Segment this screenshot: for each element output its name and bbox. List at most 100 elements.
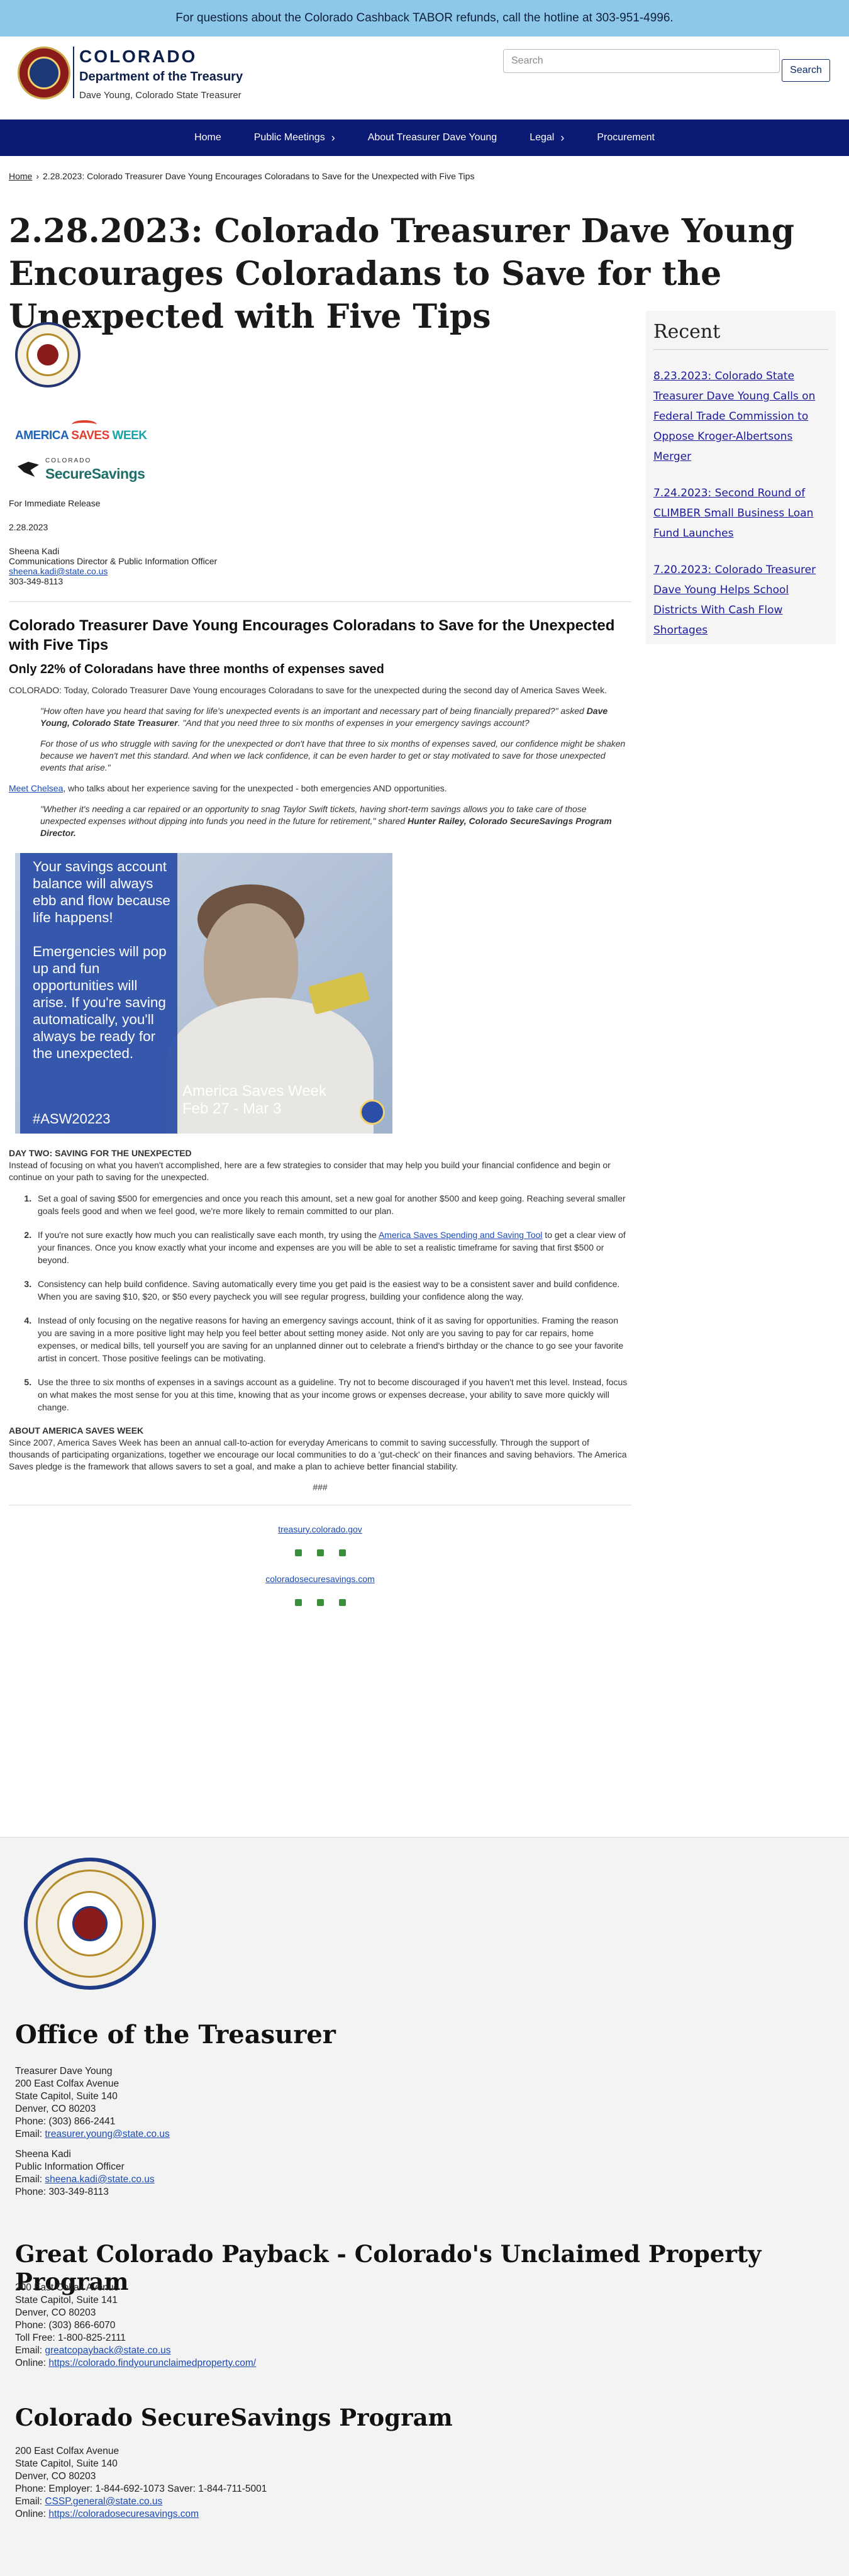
about-heading: ABOUT AMERICA SAVES WEEK xyxy=(9,1425,144,1436)
address-line: Denver, CO 80203 xyxy=(15,2307,96,2318)
day-two-heading: DAY TWO: SAVING FOR THE UNEXPECTED xyxy=(9,1148,192,1158)
office-email-link[interactable]: treasurer.young@state.co.us xyxy=(45,2129,169,2139)
nav-item-procurement[interactable]: Procurement xyxy=(597,132,655,143)
promo-message-1: Your savings account balance will always… xyxy=(33,859,170,925)
alert-banner: For questions about the Colorado Cashbac… xyxy=(0,0,849,36)
nav-item-public-meetings[interactable]: Public Meetings › xyxy=(254,131,335,145)
nav-label: Procurement xyxy=(597,132,655,143)
address-line: Phone: 303-349-8113 xyxy=(15,2187,109,2197)
tip-item: Set a goal of saving $500 for emergencie… xyxy=(34,1192,631,1217)
twitter-icon[interactable] xyxy=(316,1549,324,1556)
chelsea-paragraph: Meet Chelsea, who talks about her experi… xyxy=(9,783,631,795)
address-line: Sheena Kadi xyxy=(15,2149,71,2160)
asw-logo-text-b: SAVES xyxy=(68,429,113,442)
address-line: Denver, CO 80203 xyxy=(15,2471,96,2482)
email-label: Email: xyxy=(15,2345,45,2356)
spending-tool-link[interactable]: America Saves Spending and Saving Tool xyxy=(379,1230,542,1240)
treasury-site-link[interactable]: treasury.colorado.gov xyxy=(278,1524,362,1534)
quote-confidence: For those of us who struggle with saving… xyxy=(40,739,626,772)
quote-program-director: "Whether it's needing a car repaired or … xyxy=(40,803,631,839)
promo-message-2: Emergencies will pop up and fun opportun… xyxy=(33,944,167,1061)
recent-post-link[interactable]: 8.23.2023: Colorado State Treasurer Dave… xyxy=(653,366,828,467)
online-label: Online: xyxy=(15,2509,49,2519)
facebook-icon[interactable] xyxy=(294,1549,302,1556)
day-two-paragraph: Instead of focusing on what you haven't … xyxy=(9,1160,611,1182)
office-address: Treasurer Dave Young 200 East Colfax Ave… xyxy=(15,2065,170,2199)
contact-phone: 303-349-8113 xyxy=(9,576,64,586)
payback-online-link[interactable]: https://colorado.findyourunclaimedproper… xyxy=(48,2358,256,2368)
meet-chelsea-link[interactable]: Meet Chelsea xyxy=(9,783,63,793)
office-heading: Office of the Treasurer xyxy=(15,2020,336,2049)
quote-text: "How often have you heard that saving fo… xyxy=(40,706,587,716)
tip-item: Consistency can help build confidence. S… xyxy=(34,1278,631,1303)
alert-text: For questions about the Colorado Cashbac… xyxy=(175,11,674,25)
divider xyxy=(9,601,631,602)
recent-post-link[interactable]: 7.24.2023: Second Round of CLIMBER Small… xyxy=(653,483,828,544)
address-line: Phone: Employer: 1-844-692-1073 Saver: 1… xyxy=(15,2484,267,2494)
linkedin-icon[interactable] xyxy=(338,1599,346,1606)
nav-label: Public Meetings xyxy=(253,132,325,143)
payback-email-link[interactable]: greatcopayback@state.co.us xyxy=(45,2345,170,2356)
securesavings-site-link[interactable]: coloradosecuresavings.com xyxy=(265,1574,375,1584)
facebook-icon[interactable] xyxy=(294,1599,302,1606)
tip-item: Use the three to six months of expenses … xyxy=(34,1376,631,1413)
site-footer: Office of the Treasurer Treasurer Dave Y… xyxy=(0,1837,849,2576)
online-label: Online: xyxy=(15,2358,49,2368)
email-label: Email: xyxy=(15,2129,45,2139)
about-paragraph: Since 2007, America Saves Week has been … xyxy=(9,1437,627,1471)
release-date: 2.28.2023 xyxy=(9,522,48,532)
nav-item-legal[interactable]: Legal › xyxy=(530,131,564,145)
breadcrumb-home-link[interactable]: Home xyxy=(9,171,32,181)
sidebar-heading: Recent xyxy=(653,321,828,350)
seal-icon xyxy=(360,1100,385,1125)
twitter-icon[interactable] xyxy=(316,1599,324,1606)
contact-email-link[interactable]: sheena.kadi@state.co.us xyxy=(9,566,108,576)
address-line: 200 East Colfax Avenue xyxy=(15,2078,119,2089)
address-line: Treasurer Dave Young xyxy=(15,2066,113,2077)
america-saves-week-promo-image: Your savings account balance will always… xyxy=(15,853,392,1134)
linkedin-icon[interactable] xyxy=(338,1549,346,1556)
promo-dates: Feb 27 - Mar 3 xyxy=(182,1100,282,1117)
nav-label: Legal xyxy=(530,132,555,143)
logo-divider xyxy=(73,47,74,98)
brand-department[interactable]: Department of the Treasury xyxy=(79,70,243,84)
promo-asw: America Saves Week xyxy=(182,1083,326,1100)
quote-text: . "And that you need three to six months… xyxy=(177,718,530,728)
address-line: 200 East Colfax Avenue xyxy=(15,2282,119,2293)
breadcrumb-current: 2.28.2023: Colorado Treasurer Dave Young… xyxy=(43,171,475,181)
brand-state[interactable]: COLORADO xyxy=(79,47,197,67)
email-label: Email: xyxy=(15,2496,45,2507)
recent-post-link[interactable]: 7.20.2023: Colorado Treasurer Dave Young… xyxy=(653,560,828,640)
promo-hashtag: #ASW20223 xyxy=(33,1111,111,1127)
end-mark: ### xyxy=(313,1482,328,1492)
chevron-right-icon: › xyxy=(560,131,565,144)
search-input[interactable] xyxy=(503,49,780,73)
release-label: For Immediate Release xyxy=(9,498,101,508)
chevron-right-icon: › xyxy=(331,131,335,144)
securesavings-email-link[interactable]: CSSP.general@state.co.us xyxy=(45,2496,162,2507)
address-line: Phone: (303) 866-6070 xyxy=(15,2320,116,2331)
nav-item-home[interactable]: Home xyxy=(194,132,221,143)
css-logo-main: SecureSavings xyxy=(45,466,145,482)
address-line: State Capitol, Suite 140 xyxy=(15,2091,118,2102)
nav-label: Home xyxy=(194,132,221,143)
securesavings-online-link[interactable]: https://coloradosecuresavings.com xyxy=(48,2509,199,2519)
treasurer-seal-icon xyxy=(15,322,80,388)
treasurers-office-seal-icon xyxy=(24,1858,156,1990)
address-line: Phone: (303) 866-2441 xyxy=(15,2116,116,2127)
asw-logo-text-a: AMERICA xyxy=(15,429,69,442)
recent-sidebar: Recent 8.23.2023: Colorado State Treasur… xyxy=(646,311,836,644)
search-button[interactable]: Search xyxy=(782,59,830,82)
address-line: State Capitol, Suite 141 xyxy=(15,2295,118,2306)
article-subheading: Only 22% of Coloradans have three months… xyxy=(9,662,384,676)
pio-email-link[interactable]: sheena.kadi@state.co.us xyxy=(45,2174,154,2185)
contact-name: Sheena Kadi xyxy=(9,546,60,556)
securesavings-address: 200 East Colfax Avenue State Capitol, Su… xyxy=(15,2445,267,2521)
securesavings-logo: COLORADO SecureSavings xyxy=(18,457,631,482)
tip-text: If you're not sure exactly how much you … xyxy=(38,1230,379,1240)
article-heading: Colorado Treasurer Dave Young Encourages… xyxy=(9,617,615,654)
colorado-seal-icon[interactable] xyxy=(18,47,70,99)
nav-item-about[interactable]: About Treasurer Dave Young xyxy=(368,132,497,143)
nav-label: About Treasurer Dave Young xyxy=(367,132,497,143)
address-line: Denver, CO 80203 xyxy=(15,2104,96,2114)
